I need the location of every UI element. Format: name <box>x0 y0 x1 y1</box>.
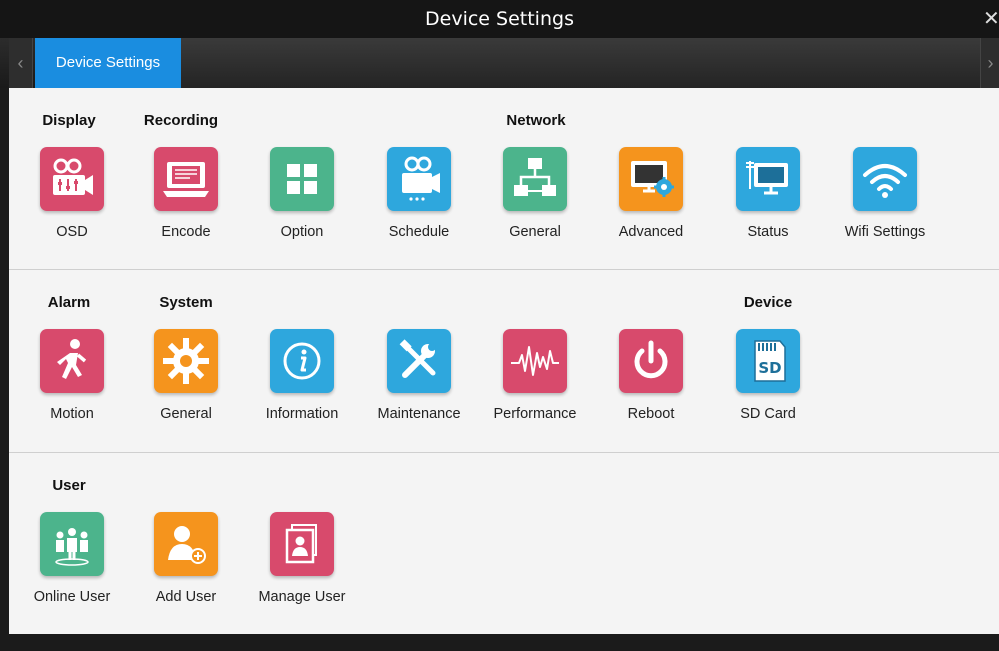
section-header-user: User <box>52 477 86 494</box>
system-general-label: General <box>160 406 212 422</box>
sd-card-text: SD <box>758 359 781 377</box>
info-icon <box>270 329 334 393</box>
add-user-label: Add User <box>155 589 217 605</box>
advanced-monitor-gear-icon <box>619 147 683 211</box>
section-header-device: Device <box>743 294 793 311</box>
osd-camera-icon <box>40 147 104 211</box>
chevron-left-icon[interactable]: ‹ <box>9 38 33 88</box>
performance-label: Performance <box>493 406 577 422</box>
motion-runner-icon <box>40 329 104 393</box>
motion-label: Motion <box>50 406 94 422</box>
window-title: Device Settings <box>425 8 574 30</box>
network-general-label: General <box>509 224 561 240</box>
manage-user-icon <box>270 512 334 576</box>
sd-card-label: SD Card <box>740 406 796 422</box>
section-divider <box>9 452 999 453</box>
power-icon <box>619 329 683 393</box>
reboot-button[interactable]: Reboot <box>592 329 710 422</box>
sd-card-button[interactable]: SD SD Card <box>709 329 827 422</box>
motion-button[interactable]: Motion <box>13 329 131 422</box>
option-label: Option <box>280 224 324 240</box>
manage-user-button[interactable]: Manage User <box>243 512 361 605</box>
network-general-button[interactable]: General <box>476 147 594 240</box>
tab-device-settings[interactable]: Device Settings <box>35 38 181 88</box>
chevron-right-icon[interactable]: › <box>980 38 999 88</box>
advanced-button[interactable]: Advanced <box>592 147 710 240</box>
section-header-recording: Recording <box>143 112 219 129</box>
osd-label: OSD <box>56 224 88 240</box>
osd-button[interactable]: OSD <box>13 147 131 240</box>
online-user-label: Online User <box>33 589 111 605</box>
bottom-bar <box>0 634 999 651</box>
information-label: Information <box>265 406 339 422</box>
performance-button[interactable]: Performance <box>476 329 594 422</box>
section-header-system: System <box>159 294 213 311</box>
encode-monitor-icon <box>154 147 218 211</box>
section-header-display: Display <box>42 112 96 129</box>
maintenance-button[interactable]: Maintenance <box>360 329 478 422</box>
schedule-label: Schedule <box>388 224 450 240</box>
add-user-icon <box>154 512 218 576</box>
tab-bar-fill <box>181 38 980 88</box>
reboot-label: Reboot <box>627 406 675 422</box>
gear-icon <box>154 329 218 393</box>
schedule-camera-icon <box>387 147 451 211</box>
option-button[interactable]: Option <box>243 147 361 240</box>
title-bar: Device Settings ✕ <box>0 0 999 38</box>
online-users-icon <box>40 512 104 576</box>
status-label: Status <box>747 224 789 240</box>
pulse-icon <box>503 329 567 393</box>
network-general-icon <box>503 147 567 211</box>
schedule-button[interactable]: Schedule <box>360 147 478 240</box>
sd-card-icon: SD <box>736 329 800 393</box>
encode-button[interactable]: Encode <box>127 147 245 240</box>
encode-label: Encode <box>161 224 211 240</box>
close-icon[interactable]: ✕ <box>983 6 999 31</box>
option-grid-icon <box>270 147 334 211</box>
section-header-network: Network <box>506 112 566 129</box>
online-user-button[interactable]: Online User <box>13 512 131 605</box>
information-button[interactable]: Information <box>243 329 361 422</box>
wifi-settings-label: Wifi Settings <box>844 224 926 240</box>
section-divider <box>9 269 999 270</box>
system-general-button[interactable]: General <box>127 329 245 422</box>
wifi-settings-button[interactable]: Wifi Settings <box>826 147 944 240</box>
tab-bar: ‹ Device Settings › <box>0 38 999 88</box>
maintenance-label: Maintenance <box>377 406 461 422</box>
add-user-button[interactable]: Add User <box>127 512 245 605</box>
manage-user-label: Manage User <box>258 589 346 605</box>
wifi-icon <box>853 147 917 211</box>
section-header-alarm: Alarm <box>47 294 91 311</box>
settings-panel: Display Recording Network OSD Encode Opt… <box>9 88 999 634</box>
tools-icon <box>387 329 451 393</box>
status-button[interactable]: Status <box>709 147 827 240</box>
advanced-label: Advanced <box>618 224 684 240</box>
status-monitor-icon <box>736 147 800 211</box>
